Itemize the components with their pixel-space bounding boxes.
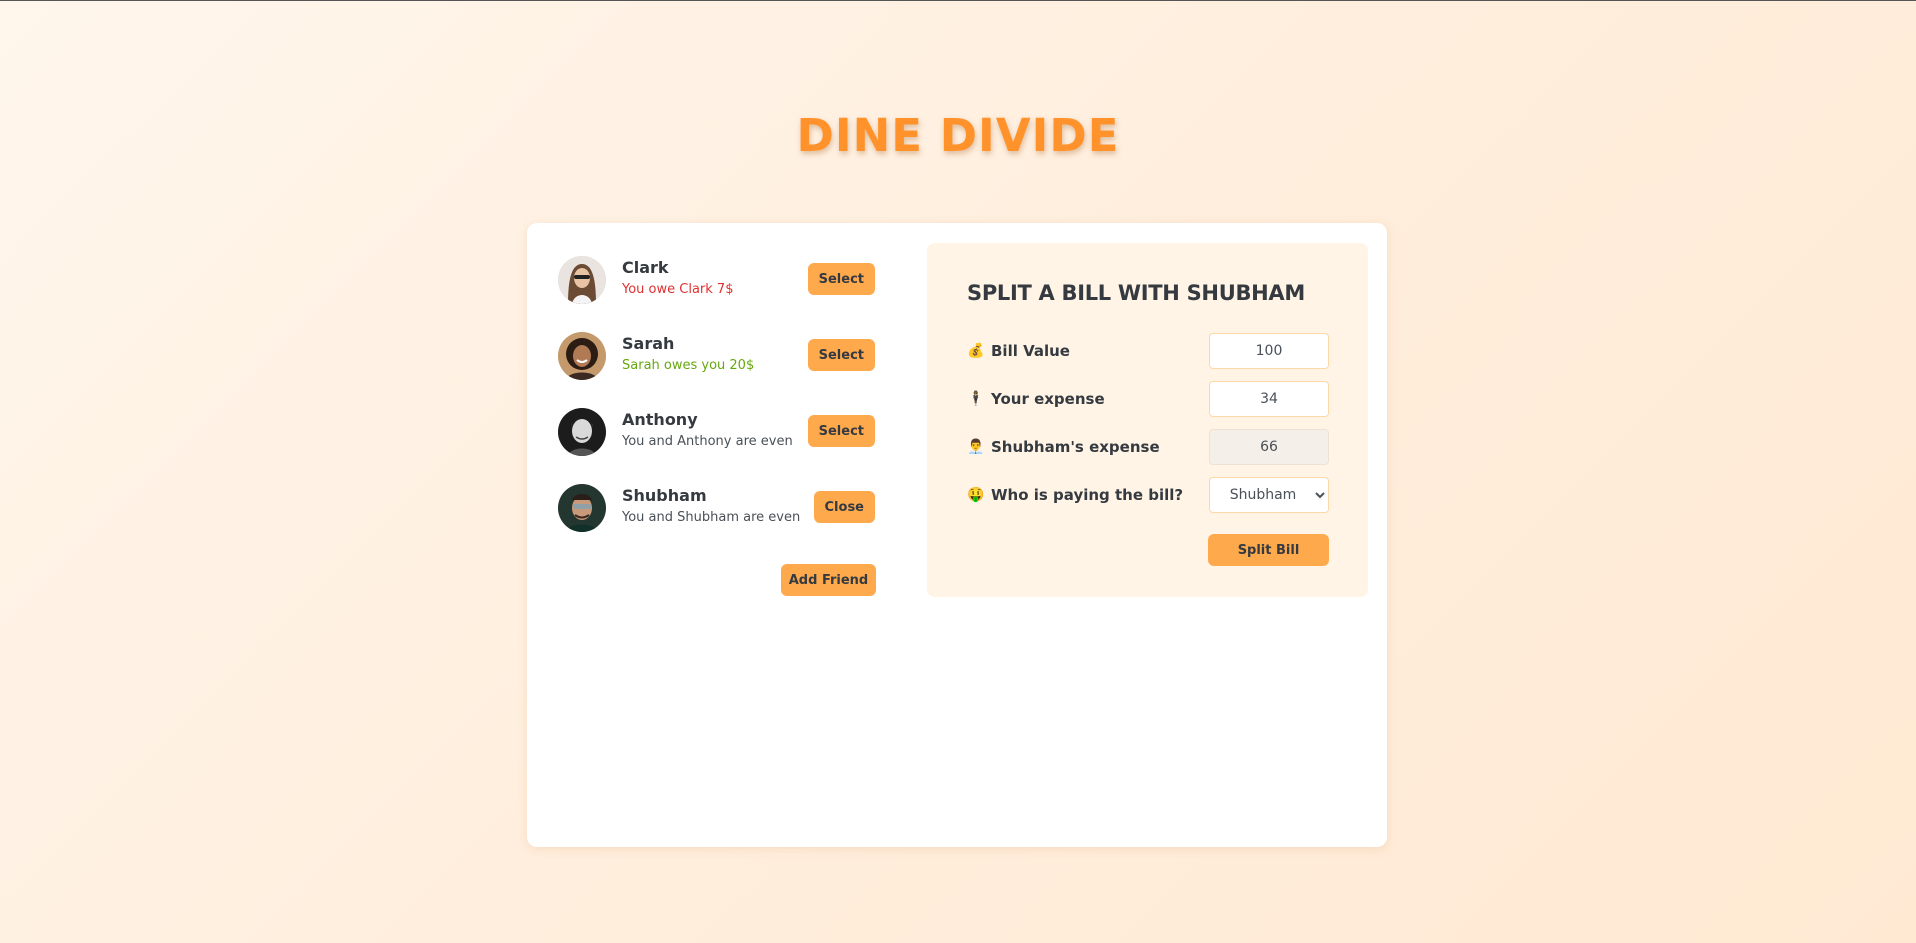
friend-expense-label: Shubham's expense [991, 438, 1160, 456]
friend-expense-input [1209, 429, 1329, 465]
friend-balance: You and Anthony are even [622, 434, 793, 449]
bill-value-input[interactable] [1209, 333, 1329, 369]
avatar [558, 256, 606, 304]
avatar [558, 408, 606, 456]
avatar [558, 484, 606, 532]
avatar [558, 332, 606, 380]
person-icon: 🕴 [967, 391, 985, 407]
split-bill-form: SPLIT A BILL WITH SHUBHAM 💰 Bill Value 🕴… [927, 243, 1368, 597]
select-button[interactable]: Select [807, 263, 875, 295]
friend-item-sarah: Sarah Sarah owes you 20$ Select [558, 330, 875, 406]
friend-item-clark: Clark You owe Clark 7$ Select [558, 254, 875, 330]
form-title: SPLIT A BILL WITH SHUBHAM [967, 281, 1305, 305]
your-expense-label: Your expense [991, 390, 1105, 408]
friend-name: Anthony [622, 410, 698, 429]
friend-item-anthony: Anthony You and Anthony are even Select [558, 406, 875, 482]
app-title: DINE DIVIDE [796, 109, 1120, 162]
bill-value-row: 💰 Bill Value [967, 333, 1329, 369]
add-friend-button[interactable]: Add Friend [781, 564, 876, 596]
split-bill-button[interactable]: Split Bill [1208, 534, 1329, 566]
app-card: Clark You owe Clark 7$ Select Sarah Sara… [527, 223, 1387, 847]
friend-balance: You owe Clark 7$ [622, 282, 734, 297]
payer-label: Who is paying the bill? [991, 486, 1184, 504]
your-expense-row: 🕴 Your expense [967, 381, 1329, 417]
friend-name: Shubham [622, 486, 707, 505]
bill-value-label: Bill Value [991, 342, 1070, 360]
close-button[interactable]: Close [813, 491, 875, 523]
friend-name: Clark [622, 258, 669, 277]
friend-name: Sarah [622, 334, 675, 353]
select-button[interactable]: Select [807, 415, 875, 447]
friend-item-shubham: Shubham You and Shubham are even Close [558, 482, 875, 558]
friend-balance: Sarah owes you 20$ [622, 358, 755, 373]
your-expense-input[interactable] [1209, 381, 1329, 417]
businessman-icon: 👨‍💼 [967, 439, 985, 455]
payer-select[interactable]: Shubham [1209, 477, 1329, 513]
payer-row: 🤑 Who is paying the bill? Shubham [967, 477, 1329, 513]
money-bag-icon: 💰 [967, 343, 985, 359]
money-mouth-icon: 🤑 [967, 487, 985, 503]
friend-balance: You and Shubham are even [622, 510, 801, 525]
select-button[interactable]: Select [807, 339, 875, 371]
friends-list: Clark You owe Clark 7$ Select Sarah Sara… [558, 254, 875, 558]
friend-expense-row: 👨‍💼 Shubham's expense [967, 429, 1329, 465]
